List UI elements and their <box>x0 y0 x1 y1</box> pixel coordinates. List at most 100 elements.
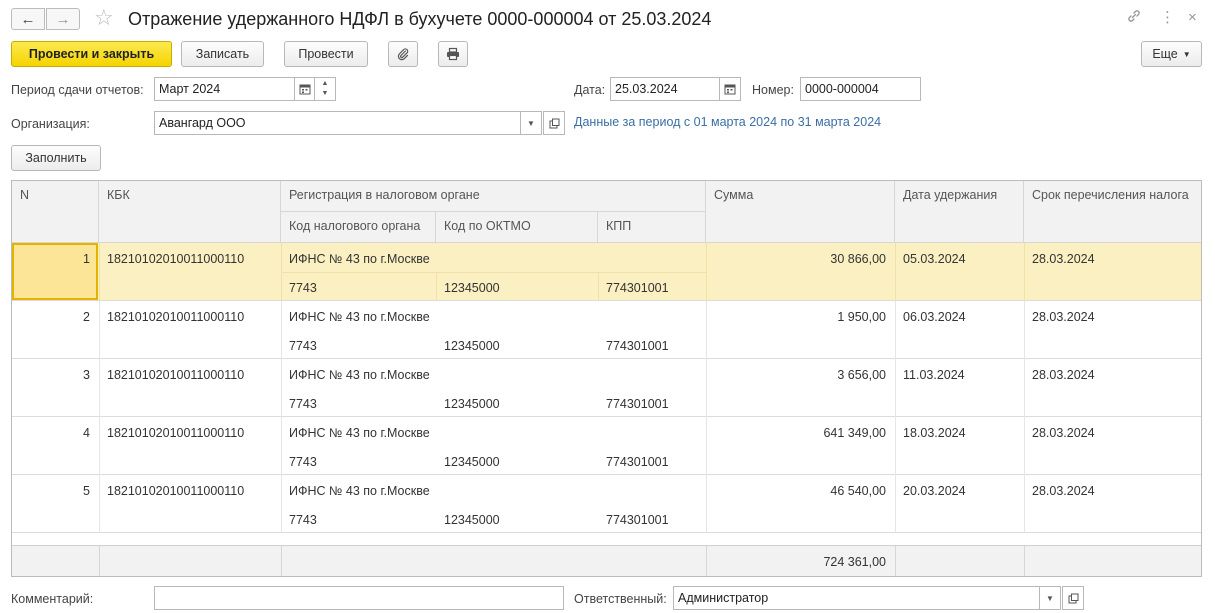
cell-n: 1 <box>83 252 90 266</box>
date-calendar-button[interactable] <box>720 77 741 101</box>
cell-n: 4 <box>83 426 90 440</box>
chevron-down-icon: ▼ <box>1182 49 1191 59</box>
header-tax-office-code[interactable]: Код налогового органа <box>281 212 436 243</box>
calendar-icon <box>299 84 310 95</box>
arrow-right-icon: → <box>55 10 71 28</box>
cell-sum: 46 540,00 <box>830 484 886 498</box>
organization-dropdown-button[interactable]: ▼ <box>521 111 542 135</box>
more-actions-label: Еще <box>1152 47 1178 61</box>
back-button[interactable]: ← <box>11 8 45 30</box>
cell-code: 7743 <box>289 339 317 353</box>
open-window-icon <box>549 118 559 128</box>
organization-label: Организация: <box>11 117 90 131</box>
cell-kpp: 774301001 <box>606 513 669 527</box>
save-button[interactable]: Записать <box>181 41 264 67</box>
tax-table: N КБК Регистрация в налоговом органе Код… <box>11 180 1202 577</box>
header-payment-term[interactable]: Срок перечисления налога <box>1024 181 1201 243</box>
total-sum: 724 361,00 <box>823 555 886 569</box>
responsible-label: Ответственный: <box>574 592 667 606</box>
post-button[interactable]: Провести <box>284 41 368 67</box>
comment-label: Комментарий: <box>11 592 94 606</box>
cell-sum: 1 950,00 <box>837 310 886 324</box>
header-oktmo[interactable]: Код по ОКТМО <box>436 212 598 243</box>
table-row[interactable]: 1 18210102010011000110 ИФНС № 43 по г.Моск… <box>12 243 1201 301</box>
cell-kbk: 18210102010011000110 <box>107 426 245 440</box>
cell-kpp: 774301001 <box>606 339 669 353</box>
header-kbk[interactable]: КБК <box>99 181 281 243</box>
organization-open-button[interactable] <box>543 111 565 135</box>
header-registration[interactable]: Регистрация в налоговом органе <box>281 181 706 212</box>
table-row[interactable]: 5 18210102010011000110 ИФНС № 43 по г.Моск… <box>12 475 1201 533</box>
header-kpp[interactable]: КПП <box>598 212 706 243</box>
cell-kpp: 774301001 <box>606 455 669 469</box>
cell-term: 28.03.2024 <box>1032 252 1095 266</box>
responsible-input[interactable]: Администратор <box>673 586 1040 610</box>
chevron-down-icon[interactable]: ▼ <box>322 89 329 99</box>
cell-term: 28.03.2024 <box>1032 484 1095 498</box>
cell-sum: 30 866,00 <box>830 252 886 266</box>
cell-n: 5 <box>83 484 90 498</box>
open-window-icon <box>1068 593 1078 603</box>
printer-icon <box>447 47 459 61</box>
table-row[interactable]: 3 18210102010011000110 ИФНС № 43 по г.Моск… <box>12 359 1201 417</box>
arrow-left-icon: ← <box>20 10 36 28</box>
cell-kbk: 18210102010011000110 <box>107 484 245 498</box>
favorite-star-icon[interactable]: ☆ <box>94 5 114 31</box>
more-menu-icon[interactable]: ⋮ <box>1160 8 1175 28</box>
cell-date: 20.03.2024 <box>903 484 966 498</box>
number-label: Номер: <box>752 83 794 97</box>
table-row[interactable]: 2 18210102010011000110 ИФНС № 43 по г.Моск… <box>12 301 1201 359</box>
cell-kpp: 774301001 <box>606 397 669 411</box>
table-row[interactable]: 4 18210102010011000110 ИФНС № 43 по г.Моск… <box>12 417 1201 475</box>
header-n[interactable]: N <box>12 181 99 243</box>
cell-kbk: 18210102010011000110 <box>107 252 245 266</box>
cell-code: 7743 <box>289 397 317 411</box>
cell-sum: 641 349,00 <box>823 426 886 440</box>
chevron-down-icon: ▼ <box>527 118 535 128</box>
fill-button[interactable]: Заполнить <box>11 145 101 171</box>
cell-n: 2 <box>83 310 90 324</box>
cell-kpp: 774301001 <box>606 281 669 295</box>
date-label: Дата: <box>574 83 606 97</box>
cell-org: ИФНС № 43 по г.Москве <box>289 484 430 498</box>
responsible-dropdown-button[interactable]: ▼ <box>1040 586 1061 610</box>
cell-term: 28.03.2024 <box>1032 310 1095 324</box>
period-stepper[interactable]: ▲ ▼ <box>315 77 336 101</box>
chevron-up-icon[interactable]: ▲ <box>322 79 329 89</box>
header-sum[interactable]: Сумма <box>706 181 895 243</box>
post-and-close-button[interactable]: Провести и закрыть <box>11 41 172 67</box>
cell-oktmo: 12345000 <box>444 455 500 469</box>
cell-org: ИФНС № 43 по г.Москве <box>289 310 430 324</box>
calendar-button[interactable] <box>295 77 315 101</box>
cell-org: ИФНС № 43 по г.Москве <box>289 368 430 382</box>
responsible-open-button[interactable] <box>1062 586 1084 610</box>
organization-input[interactable]: Авангард ООО <box>154 111 521 135</box>
cell-date: 11.03.2024 <box>903 368 965 382</box>
cell-oktmo: 12345000 <box>444 397 500 411</box>
close-icon[interactable]: × <box>1188 8 1197 28</box>
cell-oktmo: 12345000 <box>444 281 500 295</box>
date-input[interactable]: 25.03.2024 <box>610 77 720 101</box>
period-input[interactable]: Март 2024 <box>154 77 295 101</box>
calendar-icon <box>724 84 736 95</box>
cell-kbk: 18210102010011000110 <box>107 368 245 382</box>
attach-button[interactable] <box>388 41 418 67</box>
forward-button[interactable]: → <box>46 8 80 30</box>
period-info-link[interactable]: Данные за период с 01 марта 2024 по 31 м… <box>574 114 881 130</box>
number-input[interactable]: 0000-000004 <box>800 77 921 101</box>
link-icon[interactable] <box>1126 8 1142 30</box>
cell-date: 05.03.2024 <box>903 252 966 266</box>
cell-code: 7743 <box>289 281 317 295</box>
paperclip-icon <box>397 48 409 61</box>
cell-org: ИФНС № 43 по г.Москве <box>289 252 430 266</box>
chevron-down-icon: ▼ <box>1046 593 1054 603</box>
cell-code: 7743 <box>289 513 317 527</box>
page-title: Отражение удержанного НДФЛ в бухучете 00… <box>128 9 712 29</box>
comment-input[interactable] <box>154 586 564 610</box>
header-withholding-date[interactable]: Дата удержания <box>895 181 1024 243</box>
cell-term: 28.03.2024 <box>1032 368 1095 382</box>
cell-sum: 3 656,00 <box>837 368 886 382</box>
more-actions-button[interactable]: Еще ▼ <box>1141 41 1202 67</box>
cell-term: 28.03.2024 <box>1032 426 1095 440</box>
print-button[interactable] <box>438 41 468 67</box>
